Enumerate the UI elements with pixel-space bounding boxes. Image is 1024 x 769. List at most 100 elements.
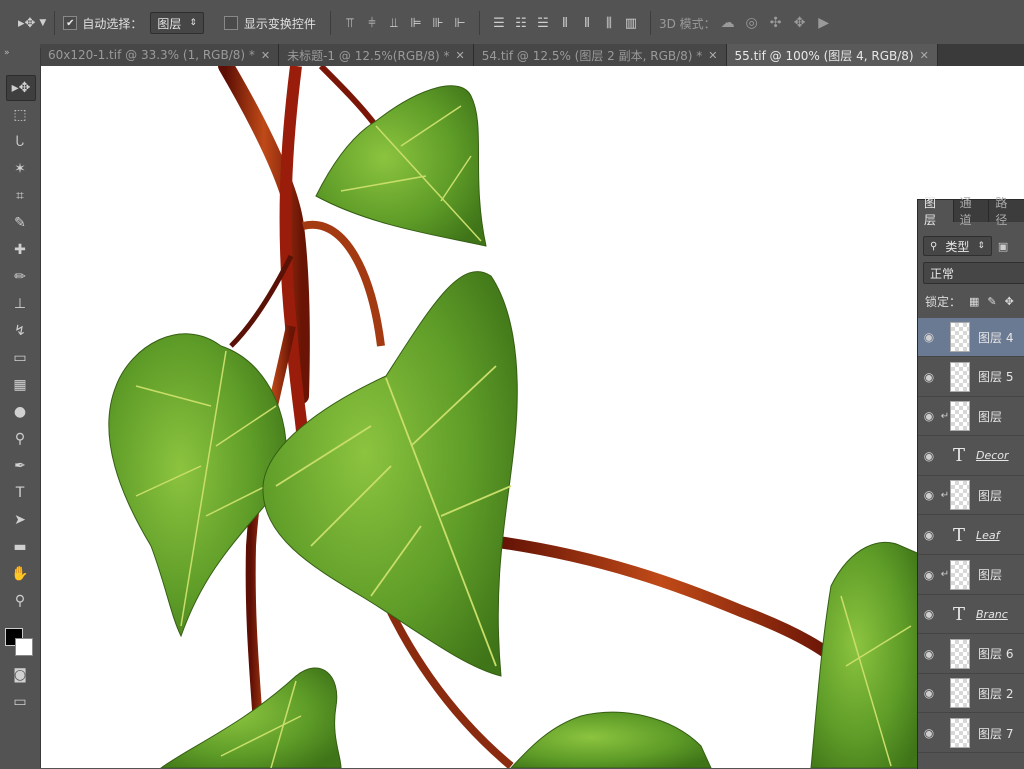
- layer-filter-dropdown[interactable]: ⚲ 类型 ⇕: [923, 236, 992, 256]
- blur-tool[interactable]: ●: [6, 400, 34, 424]
- 3d-scale-icon[interactable]: ▶: [812, 15, 836, 31]
- eye-icon[interactable]: ◉: [918, 370, 940, 384]
- show-transform-checkbox[interactable]: [223, 16, 238, 30]
- image-filter-icon[interactable]: ▣: [998, 240, 1008, 253]
- document-tab[interactable]: 54.tif @ 12.5% (图层 2 副本, RGB/8) * ✕: [473, 44, 727, 66]
- eye-icon[interactable]: ◉: [918, 330, 940, 344]
- auto-select-dropdown[interactable]: 图层 ⇕: [150, 12, 204, 34]
- tab-channels[interactable]: 通道: [954, 196, 990, 227]
- auto-select-checkbox[interactable]: ✔: [63, 16, 78, 30]
- eye-icon[interactable]: ◉: [918, 449, 940, 463]
- tab-paths[interactable]: 路径: [989, 196, 1024, 227]
- layer-row[interactable]: ◉ 图层 7: [918, 714, 1024, 753]
- zoom-tool-icon: ⚲: [14, 593, 26, 609]
- color-swatches[interactable]: [5, 628, 35, 658]
- 3d-slide-icon[interactable]: ✥: [788, 15, 812, 31]
- move-tool-preset-icon[interactable]: ▸✥: [18, 16, 35, 31]
- distribute-top-icon[interactable]: ☰: [488, 16, 510, 31]
- eyedropper-tool[interactable]: ✎: [6, 211, 34, 235]
- lasso-tool[interactable]: ᘂ: [6, 130, 34, 154]
- move-tool[interactable]: ▸✥: [6, 75, 36, 101]
- eye-icon[interactable]: ◉: [918, 568, 940, 582]
- hand-tool[interactable]: ✋: [6, 562, 34, 586]
- lock-paint-icon[interactable]: ✎: [987, 295, 996, 308]
- collapse-icon[interactable]: »: [4, 48, 10, 58]
- align-vcenter-icon[interactable]: ⫩: [361, 16, 383, 31]
- align-bottom-icon[interactable]: ⫫: [383, 16, 405, 31]
- rectangle-tool[interactable]: ▬: [6, 535, 34, 559]
- layer-thumbnail: [950, 559, 970, 590]
- tab-layers[interactable]: 图层: [918, 196, 954, 227]
- document-tab[interactable]: 未标题-1 @ 12.5%(RGB/8) * ✕: [279, 44, 474, 66]
- distribute-right-icon[interactable]: ⫼: [598, 16, 620, 31]
- healing-brush-tool[interactable]: ✚: [6, 238, 34, 262]
- 3d-roll-icon[interactable]: ◎: [740, 15, 764, 31]
- quick-mask-icon[interactable]: ◙: [6, 663, 34, 687]
- clone-stamp-tool[interactable]: ⊥: [6, 292, 34, 316]
- layer-name: 图层: [978, 568, 1003, 583]
- lock-transparent-icon[interactable]: ▦: [969, 295, 979, 308]
- dodge-tool[interactable]: ⚲: [6, 427, 34, 451]
- lock-position-icon[interactable]: ✥: [1005, 295, 1014, 308]
- align-top-icon[interactable]: ⫪: [339, 16, 361, 31]
- close-icon[interactable]: ✕: [261, 49, 270, 62]
- distribute-bottom-icon[interactable]: ☱: [532, 16, 554, 31]
- updown-icon: ⇕: [189, 18, 197, 28]
- eye-icon[interactable]: ◉: [918, 647, 940, 661]
- crop-tool[interactable]: ⌗: [6, 184, 34, 208]
- eye-icon[interactable]: ◉: [918, 607, 940, 621]
- align-left-icon[interactable]: ⊫: [405, 16, 427, 31]
- blend-mode-dropdown[interactable]: 正常: [923, 262, 1024, 284]
- document-tab-label: 未标题-1 @ 12.5%(RGB/8) *: [287, 48, 450, 63]
- 3d-rotate-icon[interactable]: ☁: [716, 15, 740, 31]
- gradient-tool[interactable]: ▦: [6, 373, 34, 397]
- document-canvas[interactable]: [41, 66, 1024, 768]
- layer-row[interactable]: ◉ T Branc: [918, 595, 1024, 635]
- brush-tool-icon: ✏: [14, 269, 26, 285]
- eye-icon[interactable]: ◉: [918, 686, 940, 700]
- marquee-tool[interactable]: ⬚: [6, 103, 34, 127]
- 3d-drag-icon[interactable]: ✣: [764, 15, 788, 31]
- distribute-hcenter-icon[interactable]: ⦀: [576, 16, 598, 31]
- brush-tool[interactable]: ✏: [6, 265, 34, 289]
- document-tab-active[interactable]: 55.tif @ 100% (图层 4, RGB/8) ✕: [726, 44, 938, 66]
- stem: [229, 254, 294, 348]
- clone-stamp-tool-icon: ⊥: [13, 296, 27, 312]
- eye-icon[interactable]: ◉: [918, 409, 940, 423]
- layer-row[interactable]: ◉ ↵ 图层: [918, 397, 1024, 437]
- distribute-vcenter-icon[interactable]: ☷: [510, 16, 532, 31]
- eraser-tool[interactable]: ▭: [6, 346, 34, 370]
- eye-icon[interactable]: ◉: [918, 726, 940, 740]
- layer-row[interactable]: ◉ T Leaf: [918, 516, 1024, 555]
- screen-mode-icon[interactable]: ▭: [6, 690, 34, 714]
- background-color[interactable]: [15, 638, 33, 656]
- history-brush-tool[interactable]: ↯: [6, 319, 34, 343]
- close-icon[interactable]: ✕: [920, 49, 929, 62]
- chevron-down-icon[interactable]: ▼: [39, 18, 46, 28]
- zoom-tool[interactable]: ⚲: [6, 589, 34, 613]
- distribute-left-icon[interactable]: ⫴: [554, 16, 576, 31]
- close-icon[interactable]: ✕: [456, 49, 465, 62]
- auto-align-icon[interactable]: ▥: [620, 16, 642, 31]
- layer-row[interactable]: ◉ ↵ 图层: [918, 476, 1024, 516]
- eye-icon[interactable]: ◉: [918, 528, 940, 542]
- align-right-icon[interactable]: ⊩: [449, 16, 471, 31]
- layer-name: 图层 6: [978, 647, 1014, 662]
- type-tool[interactable]: T: [6, 481, 34, 505]
- pen-tool[interactable]: ✒: [6, 454, 34, 478]
- stem: [318, 66, 379, 128]
- align-hcenter-icon[interactable]: ⊪: [427, 16, 449, 31]
- layer-row[interactable]: ◉ 图层 6: [918, 635, 1024, 674]
- eye-icon[interactable]: ◉: [918, 488, 940, 502]
- magic-wand-tool[interactable]: ✶: [6, 157, 34, 181]
- path-selection-tool-icon: ➤: [14, 512, 26, 528]
- layer-row[interactable]: ◉ ↵ 图层: [918, 556, 1024, 595]
- layer-row[interactable]: ◉ T Decor: [918, 437, 1024, 476]
- layer-thumbnail: [950, 718, 970, 748]
- layer-row[interactable]: ◉ 图层 4: [918, 318, 1024, 357]
- path-selection-tool[interactable]: ➤: [6, 508, 34, 532]
- layer-row[interactable]: ◉ 图层 2: [918, 674, 1024, 714]
- close-icon[interactable]: ✕: [708, 49, 717, 62]
- layer-row[interactable]: ◉ 图层 5: [918, 358, 1024, 397]
- document-tab[interactable]: 60x120-1.tif @ 33.3% (1, RGB/8) * ✕: [40, 44, 280, 66]
